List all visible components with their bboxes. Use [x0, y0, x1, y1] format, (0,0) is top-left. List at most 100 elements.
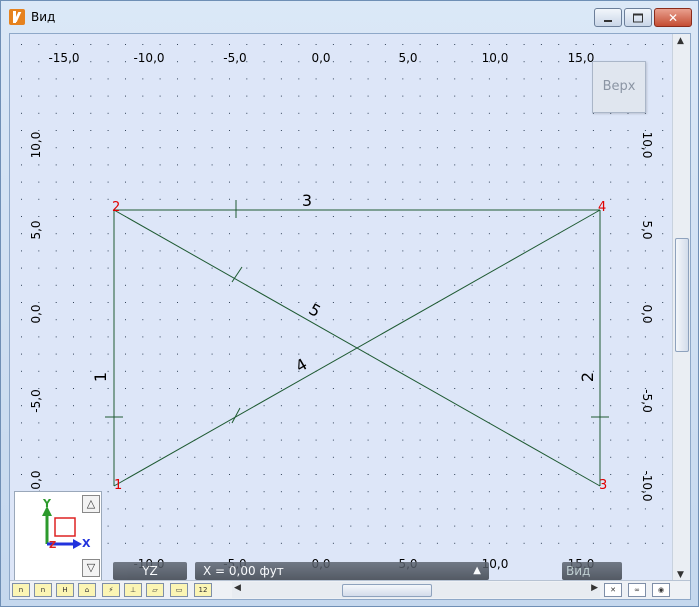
member-label-5: 5 [306, 299, 324, 321]
grid-dot [38, 388, 40, 389]
grid-dot [575, 405, 577, 407]
scroll-left-icon[interactable]: ◀ [234, 583, 241, 593]
grid-dot [332, 439, 334, 441]
grid-dot [575, 336, 577, 338]
grid-dot [211, 147, 213, 149]
grid-dot [384, 164, 386, 166]
grid-dot [55, 456, 57, 458]
grid-dot [384, 525, 386, 527]
toolbar-slabs-icon[interactable]: ▭ [170, 583, 188, 597]
grid-dot [246, 216, 248, 217]
toolbar-local-axes-icon[interactable]: ⊥ [124, 583, 142, 597]
grid-dot [55, 130, 57, 131]
toolbar-loads-icon[interactable]: ⚡ [102, 583, 120, 597]
grid-dot [177, 525, 178, 527]
horizontal-scroll-thumb[interactable] [342, 584, 432, 597]
grid-dot [627, 250, 629, 252]
grid-dot [315, 112, 317, 114]
scroll-right-icon[interactable]: ▶ [591, 583, 598, 593]
toolbar-delete-icon[interactable]: ✕ [604, 583, 622, 597]
coordinate-text: X = 0,00 фут [203, 564, 284, 578]
grid-dot [644, 439, 646, 441]
grid-dot [73, 456, 74, 458]
grid-dot [73, 474, 74, 475]
toolbar-values-icon[interactable]: 12 [194, 583, 212, 597]
grid-dot [384, 439, 386, 441]
close-button[interactable]: ✕ [654, 8, 692, 27]
grid-dot [298, 319, 300, 321]
grid-dot [662, 353, 664, 355]
grid-dot [506, 198, 508, 200]
x-axis-top: -15,0 -10,0 -5,0 0,0 5,0 10,0 15,0 [48, 51, 594, 65]
grid-dot [280, 164, 282, 166]
vertical-scroll-thumb[interactable] [675, 238, 689, 352]
grid-dot [627, 44, 629, 45]
grid-dot [125, 95, 126, 97]
grid-dot [627, 405, 629, 407]
grid-dot [523, 336, 525, 338]
grid-dot [211, 336, 213, 338]
grid-dot [402, 78, 404, 80]
grid-dot [627, 164, 629, 166]
axes-widget[interactable]: Y X Z △ ▽ [14, 491, 102, 581]
grid-dot [90, 233, 92, 235]
rotate-down-button[interactable]: ▽ [82, 559, 100, 577]
grid-dot [662, 439, 664, 441]
toolbar-render-icon[interactable]: ◉ [652, 583, 670, 597]
grid-dot [488, 164, 490, 166]
toolbar-link-icon[interactable]: ∞ [628, 583, 646, 597]
grid-dot [21, 267, 22, 269]
grid-dot [540, 525, 542, 527]
grid-dot [488, 250, 490, 252]
grid-dot [125, 336, 126, 338]
toolbar-sections-icon[interactable]: H [56, 583, 74, 597]
scroll-down-icon[interactable]: ▼ [677, 570, 684, 580]
structure-drawing[interactable]: -15,0 -10,0 -5,0 0,0 5,0 10,0 15,0 -15,0… [10, 34, 673, 582]
toolbar-member-numbers-icon[interactable]: n [34, 583, 52, 597]
node-label-3[interactable]: 3 [599, 478, 607, 493]
grid-dot [488, 302, 490, 303]
grid-dot [280, 319, 282, 321]
grid-dot [159, 198, 161, 200]
grid-dot [575, 181, 577, 183]
maximize-button[interactable] [624, 8, 652, 27]
title-bar[interactable]: Вид ✕ [1, 1, 698, 33]
grid-dot [610, 542, 612, 544]
x-tick-label: 15,0 [568, 51, 595, 65]
grid-dot [558, 319, 560, 321]
grid-dot [575, 216, 577, 217]
minimize-button[interactable] [594, 8, 622, 27]
view-top-button[interactable]: Верх [592, 61, 646, 113]
grid-dot [575, 474, 577, 475]
toolbar-plates-icon[interactable]: ▱ [146, 583, 164, 597]
grid-dot [246, 422, 248, 424]
coordinate-arrow-icon[interactable]: ▲ [473, 562, 481, 580]
grid-dot [384, 95, 386, 97]
scroll-up-icon[interactable]: ▲ [677, 36, 684, 46]
grid-dot [506, 542, 508, 544]
grid-dot [350, 95, 352, 97]
horizontal-scrollbar[interactable]: ◀ ▶ [232, 582, 600, 598]
node-label-1[interactable]: 1 [114, 478, 122, 493]
grid-dot [506, 456, 508, 458]
toolbar-node-numbers-icon[interactable]: n [12, 583, 30, 597]
plane-indicator[interactable]: YZ [113, 562, 187, 580]
grid-dot [436, 388, 438, 389]
grid-dot [384, 336, 386, 338]
axis-x-label: X [82, 537, 91, 550]
view-area[interactable]: -15,0 -10,0 -5,0 0,0 5,0 10,0 15,0 -15,0… [9, 33, 691, 600]
grid-dot [107, 336, 109, 338]
rotate-up-button[interactable]: △ [82, 495, 100, 513]
grid-dot [21, 61, 22, 63]
grid-dot [419, 130, 421, 131]
members[interactable] [105, 200, 609, 487]
toolbar-supports-icon[interactable]: ⌂ [78, 583, 96, 597]
grid-dot [488, 267, 490, 269]
grid-dot [21, 439, 22, 441]
grid-dot [142, 216, 144, 217]
grid-dot [229, 181, 230, 183]
vertical-scrollbar[interactable]: ▲ ▼ [672, 34, 690, 582]
node-label-4[interactable]: 4 [598, 200, 606, 215]
node-label-2[interactable]: 2 [112, 200, 120, 215]
grid-dot [107, 491, 109, 493]
